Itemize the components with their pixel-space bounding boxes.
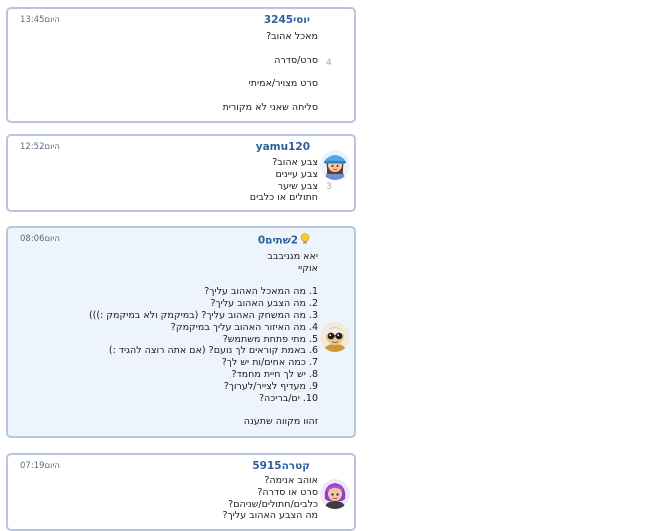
username-link[interactable]: 2שתים0 [258, 233, 310, 248]
post-header: היום13:45 יוסי3245 [20, 14, 346, 28]
post-number: 4 [326, 58, 332, 68]
post-time: היום12:52 [20, 142, 60, 152]
username-link[interactable]: קטרה5915 [252, 460, 310, 472]
lightbulb-icon [300, 233, 310, 248]
post-header: היום12:52 yamu120 [20, 141, 346, 155]
girl-blue-hat-avatar[interactable] [320, 150, 350, 180]
comment-post: היום07:19 קטרה5915 1 אוהב אנימה? סרט או … [6, 453, 356, 531]
post-body: יאא מגניבבב אוקיי 1. מה המאכל האהוב עליך… [88, 251, 318, 428]
comment-post: היום08:06 2שתים0 2 יאא מגניבבב אוקיי 1. … [6, 226, 356, 438]
username-link[interactable]: yamu120 [256, 141, 310, 153]
post-time: היום13:45 [20, 15, 60, 25]
sunglasses-avatar[interactable] [320, 322, 350, 352]
username-link[interactable]: יוסי3245 [264, 14, 310, 26]
post-body: מאכל אהוב? סרט/סדרה סרט מצויר/אמיתי סליח… [222, 31, 318, 113]
post-number: 3 [326, 182, 332, 192]
post-header: היום08:06 2שתים0 [20, 233, 346, 247]
comment-post: היום12:52 yamu120 3 צבע אהוב? צבע עיינים… [6, 134, 356, 212]
post-header: היום07:19 קטרה5915 [20, 460, 346, 474]
purple-hair-avatar[interactable] [320, 479, 350, 509]
post-time: היום07:19 [20, 461, 60, 471]
post-body: צבע אהוב? צבע עיינים צבע שיער חתולים או … [249, 157, 318, 204]
post-body: אוהב אנימה? סרט או סדרה? כלבים/חתולים/שנ… [222, 475, 318, 522]
post-time: היום08:06 [20, 234, 60, 244]
comment-post: היום13:45 יוסי3245 4 מאכל אהוב? סרט/סדרה… [6, 7, 356, 123]
